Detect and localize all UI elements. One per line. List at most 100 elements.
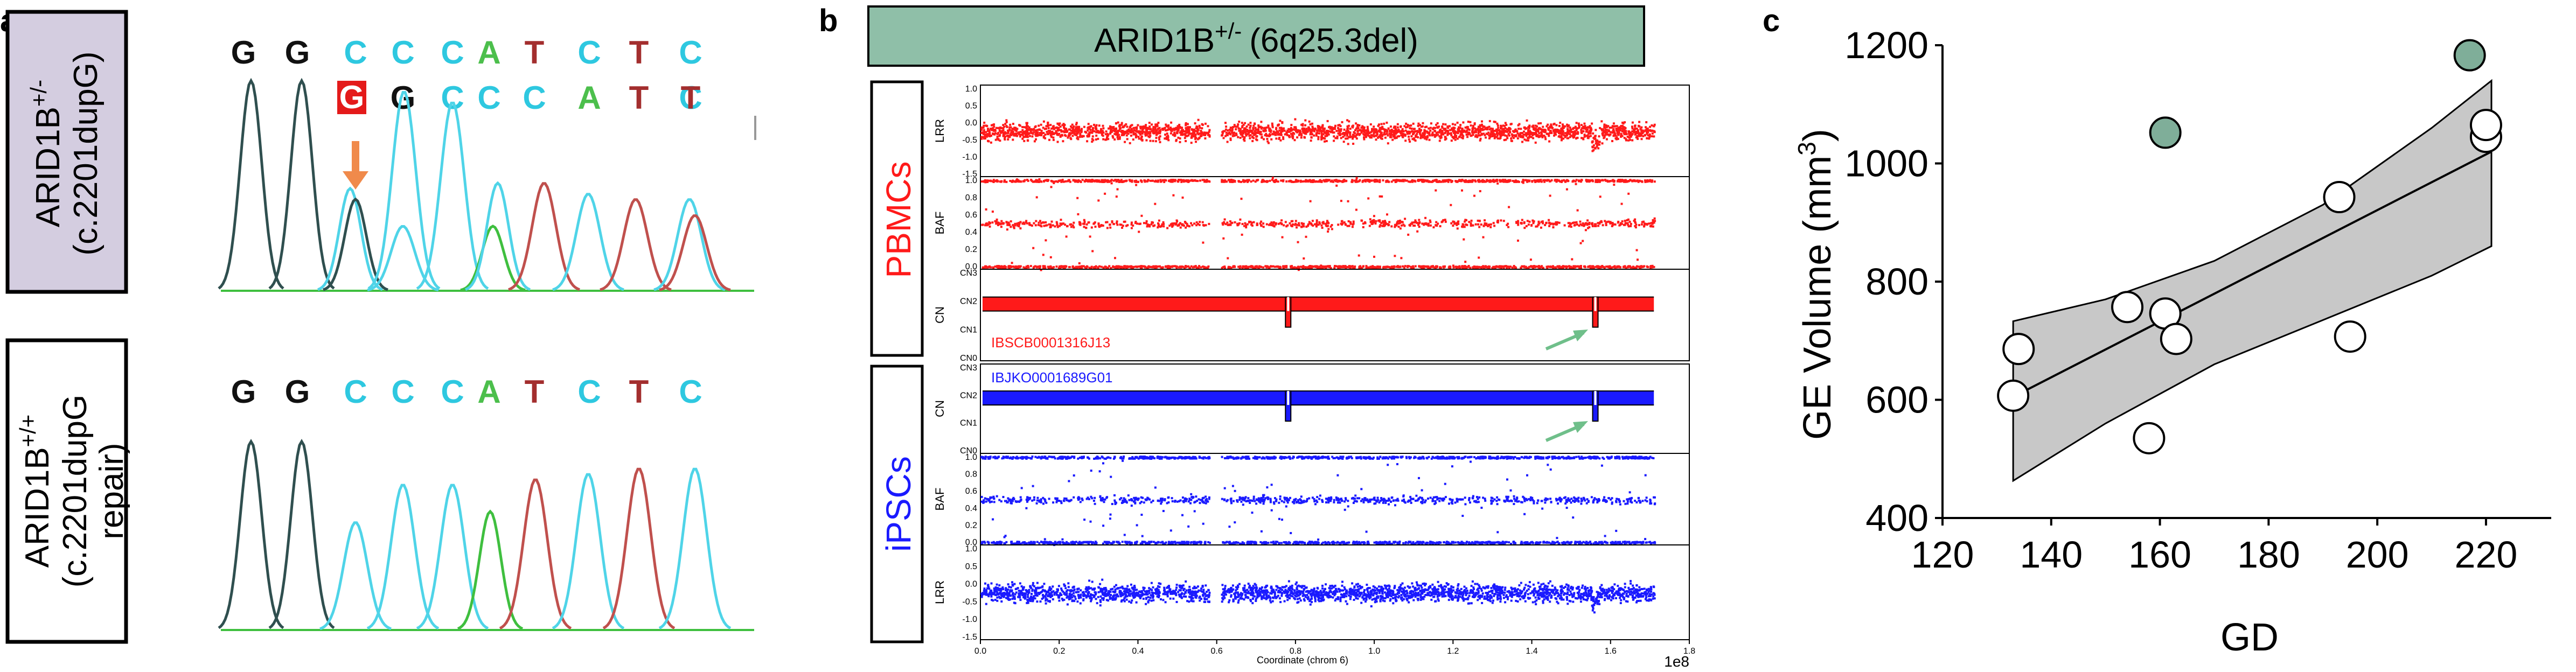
panel-c: c 400 600 800 1000 1200 120 140 160 180 200 220 GE… [1763, 3, 2551, 659]
track-dots [980, 177, 1656, 271]
trace-peak [552, 473, 625, 629]
track-tick-label: 1.0 [965, 544, 977, 554]
x-tick-label-b: 0.2 [1053, 647, 1065, 656]
track-tick-label: 0.4 [965, 228, 977, 237]
panel-b-header-text: ARID1B+/- (6q25.3del) [1094, 18, 1418, 59]
sequence-top-2-base: T [629, 80, 649, 116]
x-axis-exponent-b: 1e8 [1664, 653, 1689, 670]
track-tick-label: CN3 [960, 269, 977, 278]
track-label: CN [933, 400, 946, 417]
x-tick-label: 200 [2346, 534, 2409, 576]
genotype-repair-base: ARID1B [19, 447, 56, 568]
sequence-bottom-base: C [679, 374, 702, 410]
panel-label-b: b [819, 3, 838, 38]
track-tick-label: 1.0 [965, 453, 977, 462]
sequence-top-1-base: A [477, 34, 500, 71]
sequence-bottom-base: C [391, 374, 414, 410]
track-tick-label: 0.8 [965, 470, 977, 479]
track-label: LRR [933, 119, 946, 143]
header-sup: +/- [1215, 18, 1242, 44]
data-point-control [2002, 333, 2035, 366]
trace-peak [602, 467, 676, 629]
track-tick-label: -1.5 [962, 633, 977, 642]
ipsc-sample-id: IBJKO0001689G01 [991, 369, 1113, 386]
sequence-top-2-base: C [477, 80, 500, 116]
panel-label-c: c [1763, 3, 1780, 38]
x-tick-label-b: 1.2 [1447, 647, 1459, 656]
sequence-top-1-base: T [525, 34, 545, 71]
sequence-bottom-base: C [577, 374, 601, 410]
track-tick-label: CN3 [960, 363, 977, 373]
trace-peak [268, 439, 335, 629]
genotype-mutant-base: ARID1B [30, 107, 67, 227]
sequence-bottom-base: C [344, 374, 367, 410]
track-tick-label: 0.0 [965, 118, 977, 128]
sequence-top-1-base: C [441, 34, 464, 71]
x-tick-label-b: 1.0 [1368, 647, 1380, 656]
x-tick-label-b: 0.0 [974, 647, 986, 656]
track-tick-label: -1.0 [962, 152, 977, 162]
trace-peak [658, 467, 732, 629]
x-axis-label-c: GD [2220, 616, 2279, 659]
y-tick-label: 1200 [1844, 24, 1928, 66]
sequence-bottom-base: A [477, 374, 500, 410]
data-point-control [2111, 291, 2144, 324]
track-tick-label: 0.5 [965, 562, 977, 571]
track-tick-label: 0.2 [965, 521, 977, 530]
track-tick-label: CN2 [960, 391, 977, 400]
sequence-bottom-row: GGCCCATCTC [231, 374, 702, 410]
track-tick-label: CN1 [960, 325, 977, 334]
y-axis-label-text: GE Volume (mm [1796, 156, 1839, 440]
track-tick-label: -0.5 [962, 597, 977, 606]
insertion-base: G [339, 79, 365, 115]
track-tick-label: 0.2 [965, 245, 977, 254]
trace-peak [416, 484, 489, 630]
x-tick-label-b: 0.4 [1132, 647, 1144, 656]
copy-number-bar [983, 390, 1654, 422]
x-tick-label-b: 1.6 [1605, 647, 1617, 656]
track-dots [980, 118, 1656, 152]
panel-b: b ARID1B+/- (6q25.3del) PBMCs iPSCs LRR 1.… [819, 3, 1695, 670]
track-tick-label: 1.0 [965, 176, 977, 185]
data-point-control [1997, 379, 2030, 412]
pbmc-sample-id: IBSCB0001316J13 [991, 334, 1110, 351]
y-tick-label: 1000 [1844, 143, 1928, 185]
x-tick-label: 160 [2128, 534, 2191, 576]
pbmc-label: PBMCs [879, 162, 918, 278]
deletion-arrow-ipsc-icon [1545, 421, 1588, 442]
trace-peak [653, 198, 726, 291]
ipsc-label: iPSCs [879, 456, 918, 552]
genotype-repair-sup: +/+ [15, 415, 40, 447]
genotype-mutant-sup: +/- [26, 80, 51, 107]
sequence-top-2-base: A [577, 80, 601, 116]
deletion-arrow-pbmc-icon [1545, 330, 1588, 351]
track-tick-label: 0.5 [965, 102, 977, 111]
genotype-repair-sub-1: (c.2201dupG [57, 395, 94, 587]
trace-peak [366, 484, 440, 630]
x-tick-label: 180 [2237, 534, 2300, 576]
data-point-control [2334, 320, 2366, 353]
track-tick-label: 0.6 [965, 487, 977, 496]
sequence-bottom-base: T [525, 374, 545, 410]
header-rest: (6q25.3del) [1249, 22, 1418, 59]
sequence-top-1-base: C [577, 34, 601, 71]
sequence-top-2-base: G [391, 80, 416, 116]
genotype-mutant-sub: (c.2201dupG) [67, 51, 105, 255]
track-tick-label: -1.0 [962, 615, 977, 624]
trace-peak [659, 214, 731, 291]
trace-peak [319, 521, 392, 631]
x-tick-label: 220 [2455, 534, 2518, 576]
track-tick-label: CN1 [960, 419, 977, 428]
track-label: BAF [933, 212, 946, 235]
sequence-top-2-base: C [523, 80, 546, 116]
x-tick-label-b: 0.6 [1211, 647, 1223, 656]
y-axis-label-sup: 3 [1793, 142, 1821, 156]
sequence-bottom-base: T [629, 374, 649, 410]
trace-peak [317, 186, 383, 291]
track-tick-label: 1.0 [965, 85, 977, 94]
x-tick-label-b: 1.4 [1526, 647, 1537, 656]
track-tick-label: 0.6 [965, 211, 977, 220]
data-point-control [2323, 181, 2356, 214]
trace-peak [218, 439, 284, 629]
track-dots [980, 578, 1656, 614]
